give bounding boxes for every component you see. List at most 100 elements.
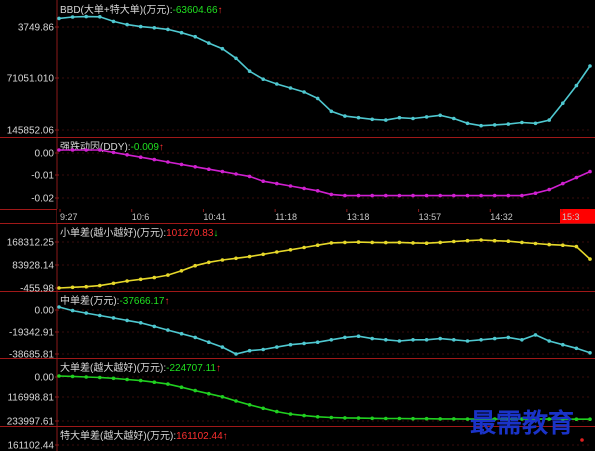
data-point [533, 241, 538, 246]
data-point [220, 345, 225, 349]
panel-title-small: 小单差(越小越好)(万元):101270.83↓ [60, 226, 218, 239]
panel-title-large: 大单差(越大越好)(万元):-224707.11↑ [60, 361, 221, 374]
arrow-up-icon: ↑ [159, 142, 164, 153]
y-tick-label: -455.98 [20, 284, 54, 295]
data-point [193, 34, 197, 39]
arrow-up-icon: ↑ [165, 296, 170, 307]
data-point [125, 153, 129, 157]
data-point [370, 193, 375, 198]
data-point [547, 118, 551, 122]
time-label: 11:18 [275, 212, 297, 222]
data-point [261, 77, 266, 81]
data-point [302, 341, 306, 346]
data-point [288, 248, 293, 252]
data-point [547, 187, 551, 192]
data-point [111, 281, 116, 286]
data-point [138, 155, 143, 159]
data-point [397, 240, 402, 245]
data-point [506, 239, 511, 243]
data-point [166, 160, 170, 164]
data-point [370, 336, 375, 341]
data-point [98, 375, 102, 380]
data-point [302, 90, 306, 94]
data-point [574, 244, 579, 249]
data-point [452, 338, 456, 342]
y-tick-label: 83928.14 [12, 261, 54, 272]
chart-background [0, 0, 595, 451]
data-point [234, 256, 238, 261]
indicator-chart[interactable]: BBD(大单+特大单)(万元):-63604.66↑强跌动因(DDY):-0.0… [0, 0, 595, 451]
data-point [533, 333, 538, 337]
data-point [356, 334, 361, 339]
data-point [520, 120, 524, 125]
data-point [207, 260, 211, 265]
data-point [315, 340, 320, 345]
data-point [275, 409, 279, 414]
data-point [492, 336, 497, 341]
data-point [384, 193, 388, 198]
data-point [84, 375, 88, 379]
data-point [329, 415, 334, 420]
data-point [492, 123, 497, 127]
data-point [465, 121, 470, 126]
data-point [70, 148, 75, 152]
data-point [506, 335, 511, 340]
data-point [356, 193, 361, 198]
panel-title-bbd: BBD(大单+特大单)(万元):-63604.66↑ [60, 3, 223, 16]
data-point [179, 269, 184, 273]
data-point [234, 172, 238, 176]
data-point [247, 254, 252, 259]
data-point [424, 193, 429, 198]
panel-current-value: -63604.66 [173, 5, 218, 16]
data-point [125, 377, 129, 382]
data-point [356, 416, 361, 420]
watermark-text: 最需教育 [470, 408, 574, 439]
data-point [384, 240, 388, 245]
data-point [424, 338, 429, 342]
data-point [561, 243, 565, 247]
arrow-up-icon: ↑ [218, 5, 223, 16]
panel-title-xlarge: 特大单差(越大越好)(万元):161102.44↑ [60, 429, 228, 442]
data-point [424, 115, 429, 119]
data-point [193, 388, 197, 393]
data-point [57, 148, 61, 152]
data-point [411, 338, 415, 342]
data-point [452, 417, 456, 421]
data-point [588, 64, 592, 68]
data-point [343, 240, 347, 245]
y-tick-label: 233997.61 [7, 417, 55, 428]
data-point [207, 41, 211, 45]
data-point [329, 241, 334, 245]
data-point [520, 338, 524, 342]
data-point [179, 331, 184, 336]
data-point [57, 16, 61, 21]
data-point [220, 46, 225, 51]
data-point [179, 385, 184, 390]
data-point [125, 318, 129, 323]
panel-current-value: 101270.83 [166, 228, 214, 239]
data-point [343, 193, 347, 198]
panel-current-value: 161102.44 [176, 431, 223, 442]
y-tick-label: -0.02 [31, 194, 54, 205]
data-point [411, 116, 415, 121]
data-point [465, 238, 470, 243]
data-point [547, 242, 551, 247]
panel-current-value: -0.009 [131, 142, 160, 153]
data-point [207, 340, 211, 345]
data-point [57, 374, 61, 378]
data-point [302, 413, 306, 418]
time-label: 10:41 [203, 212, 226, 222]
data-point [533, 121, 538, 126]
data-point [247, 403, 252, 407]
arrow-down-icon: ↓ [213, 228, 218, 239]
data-point [98, 283, 102, 288]
data-point [370, 240, 375, 245]
data-point [315, 243, 320, 247]
data-point [574, 83, 579, 88]
data-point [111, 19, 116, 24]
data-point [138, 378, 143, 383]
data-point [506, 122, 511, 126]
data-point [574, 175, 579, 180]
data-point [356, 115, 361, 120]
data-point [465, 417, 470, 421]
